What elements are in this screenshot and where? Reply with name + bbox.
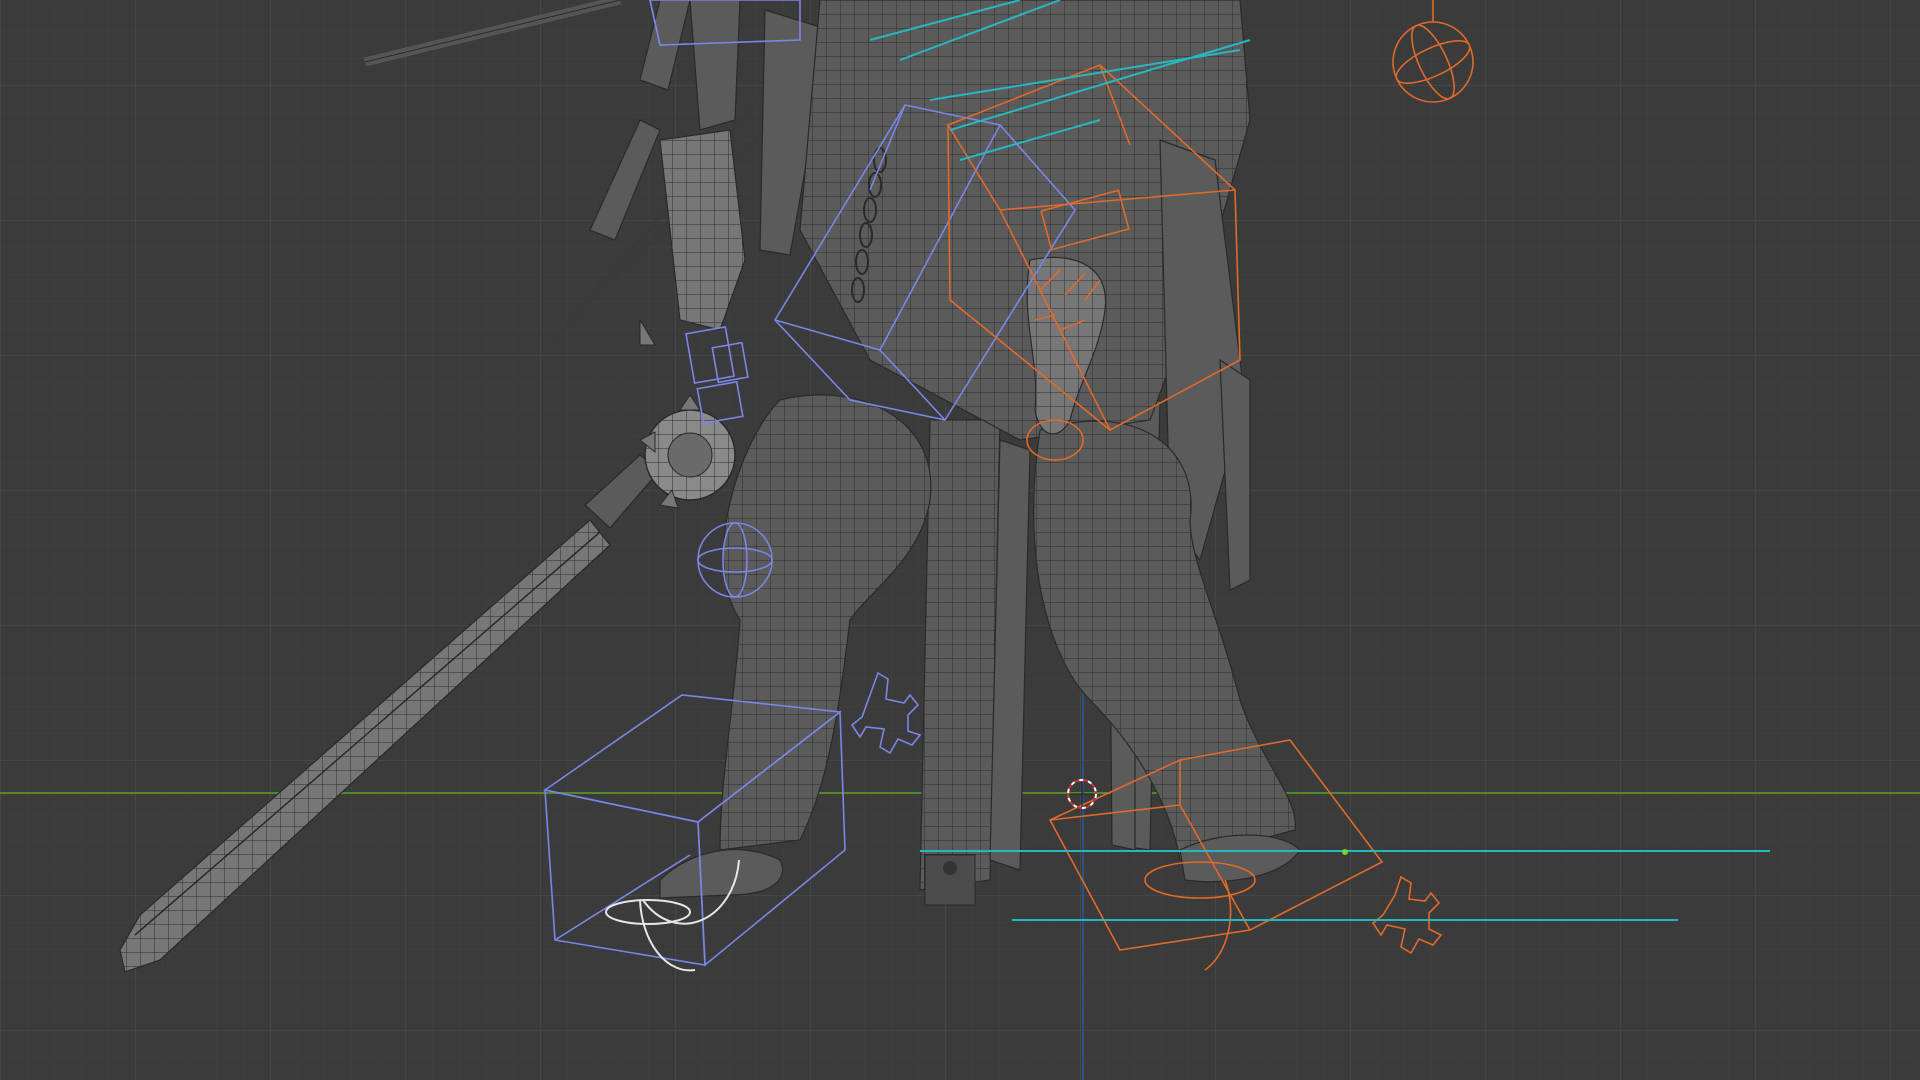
viewport-canvas[interactable]	[0, 0, 1920, 1080]
origin-dot	[1342, 849, 1348, 855]
3d-viewport[interactable]	[0, 0, 1920, 1080]
cursor-3d-icon[interactable]	[1067, 779, 1097, 809]
